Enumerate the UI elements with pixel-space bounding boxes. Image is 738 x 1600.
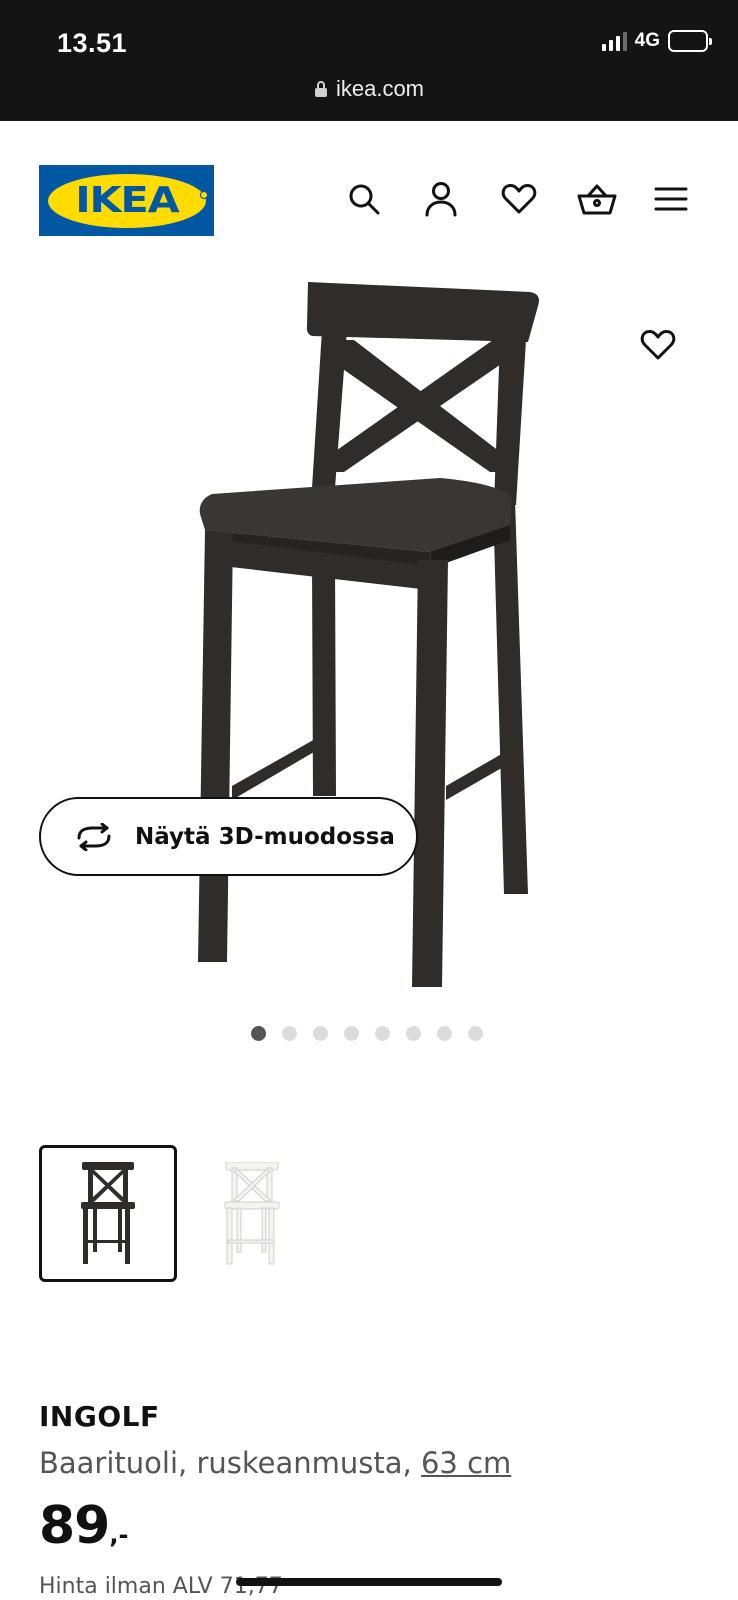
chair-front-leg-right [412,560,448,987]
chair-thumbnail-dark [81,1161,135,1264]
product-size-link[interactable]: 63 cm [421,1446,511,1480]
variant-thumbnail-white[interactable] [183,1145,321,1282]
rotate-3d-icon [77,822,111,851]
carousel-dot[interactable] [437,1026,452,1041]
heart-icon [501,183,537,214]
view-3d-label: Näytä 3D-muodossa [135,823,395,850]
price-decimal: ,- [109,1521,129,1549]
site-header: IKEA [0,121,738,271]
menu-button[interactable] [648,176,694,222]
carousel-dot[interactable] [251,1026,266,1041]
carousel-dot[interactable] [282,1026,297,1041]
chair-back-leg-right [493,500,528,894]
network-type: 4G [634,30,660,51]
carousel-dot[interactable] [344,1026,359,1041]
status-indicators: 4G [601,30,712,52]
carousel-dot[interactable] [406,1026,421,1041]
chair-back-leg-left [312,560,336,796]
basket-button[interactable] [574,176,620,222]
account-icon [425,182,457,217]
price-integer: 89 [39,1496,110,1556]
chair-thumbnail-white [224,1161,280,1264]
product-name: INGOLF [39,1400,160,1433]
url-text: ikea.com [335,76,425,101]
view-3d-button[interactable]: Näytä 3D-muodossa [39,797,418,876]
status-bar: 13.51 4G ikea.com [0,0,738,121]
home-indicator [236,1578,502,1586]
signal-icon [601,31,627,51]
chair-front-leg-left [198,530,233,962]
chair-top-rail [306,282,539,342]
logo-text: IKEA [74,180,179,221]
carousel-dot[interactable] [468,1026,483,1041]
favourites-button[interactable] [496,176,542,222]
ikea-logo[interactable]: IKEA [39,165,214,236]
menu-icon [654,187,688,211]
account-button[interactable] [418,176,464,222]
product-description: Baarituoli, ruskeanmusta, 63 cm [39,1446,511,1480]
variant-thumbnail-brown-black[interactable] [39,1145,177,1282]
battery-icon [668,30,712,52]
search-icon [349,184,380,215]
carousel-dot[interactable] [313,1026,328,1041]
heart-icon [640,329,676,360]
url-bar[interactable]: ikea.com [0,76,738,102]
lock-icon [314,81,327,97]
carousel-dot[interactable] [375,1026,390,1041]
search-button[interactable] [341,176,387,222]
basket-icon [577,184,617,215]
add-to-favourites-button[interactable] [635,322,681,368]
carousel-dots [251,1026,483,1041]
status-time: 13.51 [57,28,128,58]
product-image[interactable] [0,271,738,991]
product-description-text: Baarituoli, ruskeanmusta, [39,1446,421,1480]
product-price: 89,- [39,1496,128,1556]
